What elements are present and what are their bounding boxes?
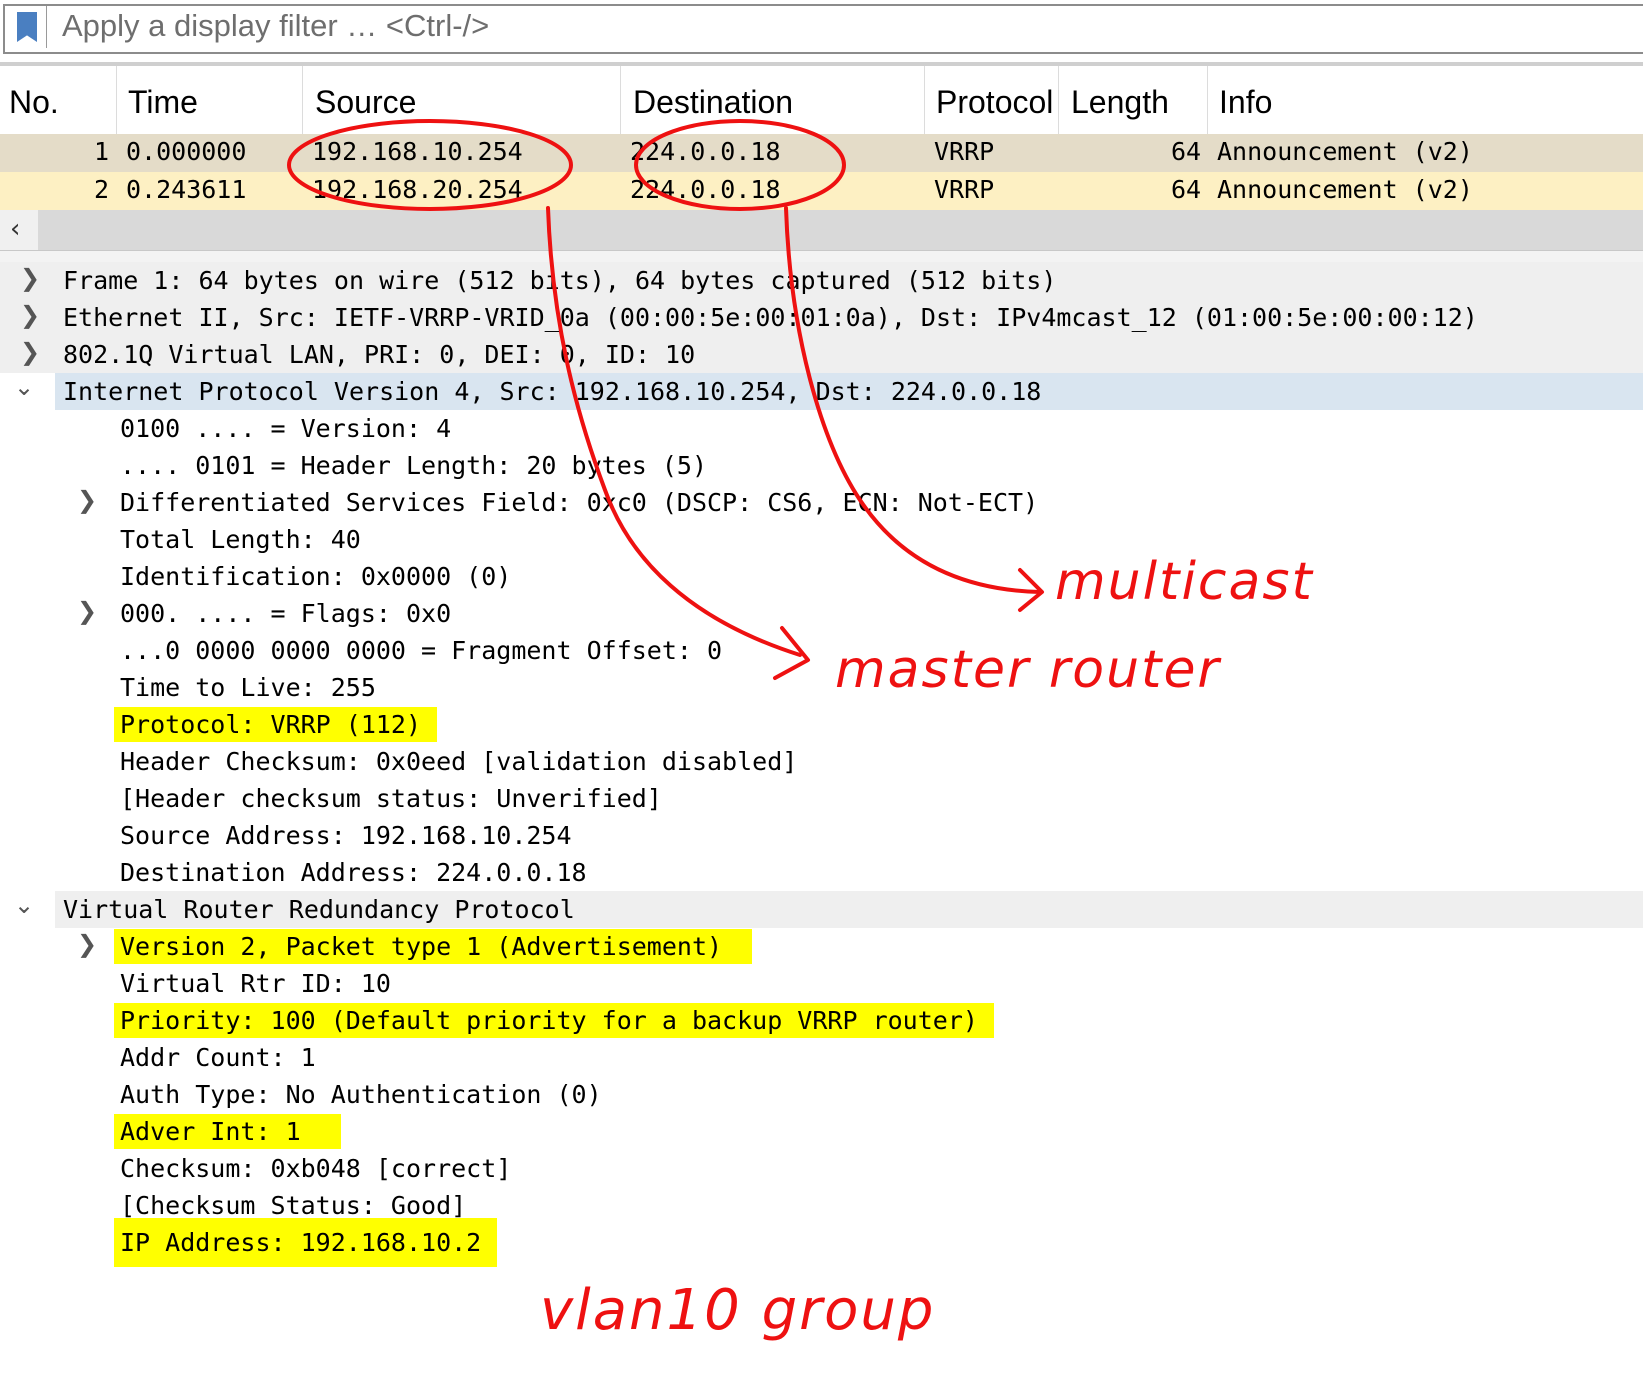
annotation-multicast: multicast bbox=[1055, 552, 1314, 612]
display-filter-input[interactable]: Apply a display filter … <Ctrl-/> bbox=[62, 8, 489, 44]
tree-item-field[interactable]: .... 0101 = Header Length: 20 bytes (5) bbox=[0, 447, 1643, 484]
tree-item-field[interactable]: ...0 0000 0000 0000 = Fragment Offset: 0 bbox=[0, 632, 1643, 669]
packet-time: 0.000000 bbox=[126, 137, 247, 166]
tree-item-flags[interactable]: ❯ 000. .... = Flags: 0x0 bbox=[0, 595, 1643, 632]
highlighted-priority: Priority: 100 (Default priority for a ba… bbox=[114, 1003, 994, 1038]
tree-item-field[interactable]: Source Address: 192.168.10.254 bbox=[0, 817, 1643, 854]
tree-item-frame[interactable]: ❯ Frame 1: 64 bytes on wire (512 bits), … bbox=[0, 262, 1643, 299]
highlighted-adver-int: Adver Int: 1 bbox=[114, 1114, 341, 1149]
annotation-vlan-group: vlan10 group bbox=[540, 1278, 936, 1343]
packet-row[interactable]: 2 0.243611 192.168.20.254 224.0.0.18 VRR… bbox=[0, 172, 1643, 210]
column-header-info[interactable]: Info bbox=[1219, 84, 1272, 121]
column-header-source[interactable]: Source bbox=[315, 84, 416, 121]
tree-item-field[interactable]: Priority: 100 (Default priority for a ba… bbox=[0, 1002, 1643, 1039]
highlighted-version: Version 2, Packet type 1 (Advertisement) bbox=[114, 929, 753, 964]
horizontal-scrollbar[interactable]: ‹ bbox=[0, 210, 1643, 250]
chevron-right-icon[interactable]: ❯ bbox=[77, 930, 97, 958]
tree-item-field[interactable]: Auth Type: No Authentication (0) bbox=[0, 1076, 1643, 1113]
column-header-destination[interactable]: Destination bbox=[633, 84, 793, 121]
tree-item-field[interactable]: Virtual Rtr ID: 10 bbox=[0, 965, 1643, 1002]
packet-destination: 224.0.0.18 bbox=[630, 137, 781, 166]
chevron-right-icon[interactable]: ❯ bbox=[20, 301, 40, 329]
tree-item-field[interactable]: Destination Address: 224.0.0.18 bbox=[0, 854, 1643, 891]
chevron-down-icon[interactable]: ⌄ bbox=[14, 373, 34, 401]
packet-protocol: VRRP bbox=[934, 137, 995, 166]
tree-item-field[interactable]: Identification: 0x0000 (0) bbox=[0, 558, 1643, 595]
tree-item-vrrp-version[interactable]: ❯ Version 2, Packet type 1 (Advertisemen… bbox=[0, 928, 1643, 965]
highlighted-ip-address: IP Address: 192.168.10.2 bbox=[114, 1218, 498, 1267]
tree-item-vlan[interactable]: ❯ 802.1Q Virtual LAN, PRI: 0, DEI: 0, ID… bbox=[0, 336, 1643, 373]
bookmark-icon[interactable] bbox=[6, 6, 47, 48]
tree-item-ipv4[interactable]: ⌄ Internet Protocol Version 4, Src: 192.… bbox=[0, 373, 1643, 410]
scroll-left-button[interactable]: ‹ bbox=[0, 210, 38, 250]
packet-source: 192.168.10.254 bbox=[312, 137, 523, 166]
tree-item-field[interactable]: Addr Count: 1 bbox=[0, 1039, 1643, 1076]
chevron-right-icon[interactable]: ❯ bbox=[77, 597, 97, 625]
packet-destination: 224.0.0.18 bbox=[630, 175, 781, 204]
chevron-right-icon[interactable]: ❯ bbox=[77, 486, 97, 514]
tree-item-field[interactable]: Total Length: 40 bbox=[0, 521, 1643, 558]
tree-item-field[interactable]: Header Checksum: 0x0eed [validation disa… bbox=[0, 743, 1643, 780]
packet-no: 2 bbox=[94, 175, 110, 204]
column-header-length[interactable]: Length bbox=[1071, 84, 1169, 121]
packet-info: Announcement (v2) bbox=[1217, 175, 1473, 204]
packet-time: 0.243611 bbox=[126, 175, 247, 204]
tree-item-field[interactable]: Checksum: 0xb048 [correct] bbox=[0, 1150, 1643, 1187]
display-filter-bar: Apply a display filter … <Ctrl-/> bbox=[0, 0, 1643, 58]
chevron-right-icon[interactable]: ❯ bbox=[20, 338, 40, 366]
packet-protocol: VRRP bbox=[934, 175, 995, 204]
tree-item-field[interactable]: Time to Live: 255 bbox=[0, 669, 1643, 706]
column-header-protocol[interactable]: Protocol bbox=[936, 84, 1053, 121]
packet-source: 192.168.20.254 bbox=[312, 175, 523, 204]
tree-item-field[interactable]: Protocol: VRRP (112) bbox=[0, 706, 1643, 743]
chevron-left-icon: ‹ bbox=[10, 214, 21, 244]
tree-item-ethernet[interactable]: ❯ Ethernet II, Src: IETF-VRRP-VRID_0a (0… bbox=[0, 299, 1643, 336]
chevron-down-icon[interactable]: ⌄ bbox=[14, 891, 34, 919]
column-header-time[interactable]: Time bbox=[128, 84, 198, 121]
packet-no: 1 bbox=[94, 137, 110, 166]
chevron-right-icon[interactable]: ❯ bbox=[20, 264, 40, 292]
packet-list-header: No. Time Source Destination Protocol Len… bbox=[0, 62, 1643, 138]
tree-item-field[interactable]: Adver Int: 1 bbox=[0, 1113, 1643, 1150]
tree-item-dsfield[interactable]: ❯ Differentiated Services Field: 0xc0 (D… bbox=[0, 484, 1643, 521]
tree-item-field[interactable]: 0100 .... = Version: 4 bbox=[0, 410, 1643, 447]
tree-item-vrrp[interactable]: ⌄ Virtual Router Redundancy Protocol bbox=[0, 891, 1643, 928]
packet-length: 64 bbox=[1171, 175, 1202, 204]
annotation-master-router: master router bbox=[835, 640, 1221, 700]
packet-length: 64 bbox=[1171, 137, 1202, 166]
packet-info: Announcement (v2) bbox=[1217, 137, 1473, 166]
column-header-no[interactable]: No. bbox=[9, 84, 59, 121]
packet-row[interactable]: 1 0.000000 192.168.10.254 224.0.0.18 VRR… bbox=[0, 134, 1643, 172]
tree-item-field[interactable]: [Header checksum status: Unverified] bbox=[0, 780, 1643, 817]
highlighted-protocol: Protocol: VRRP (112) bbox=[114, 707, 438, 742]
tree-item-field[interactable]: IP Address: 192.168.10.2 bbox=[0, 1218, 1643, 1272]
